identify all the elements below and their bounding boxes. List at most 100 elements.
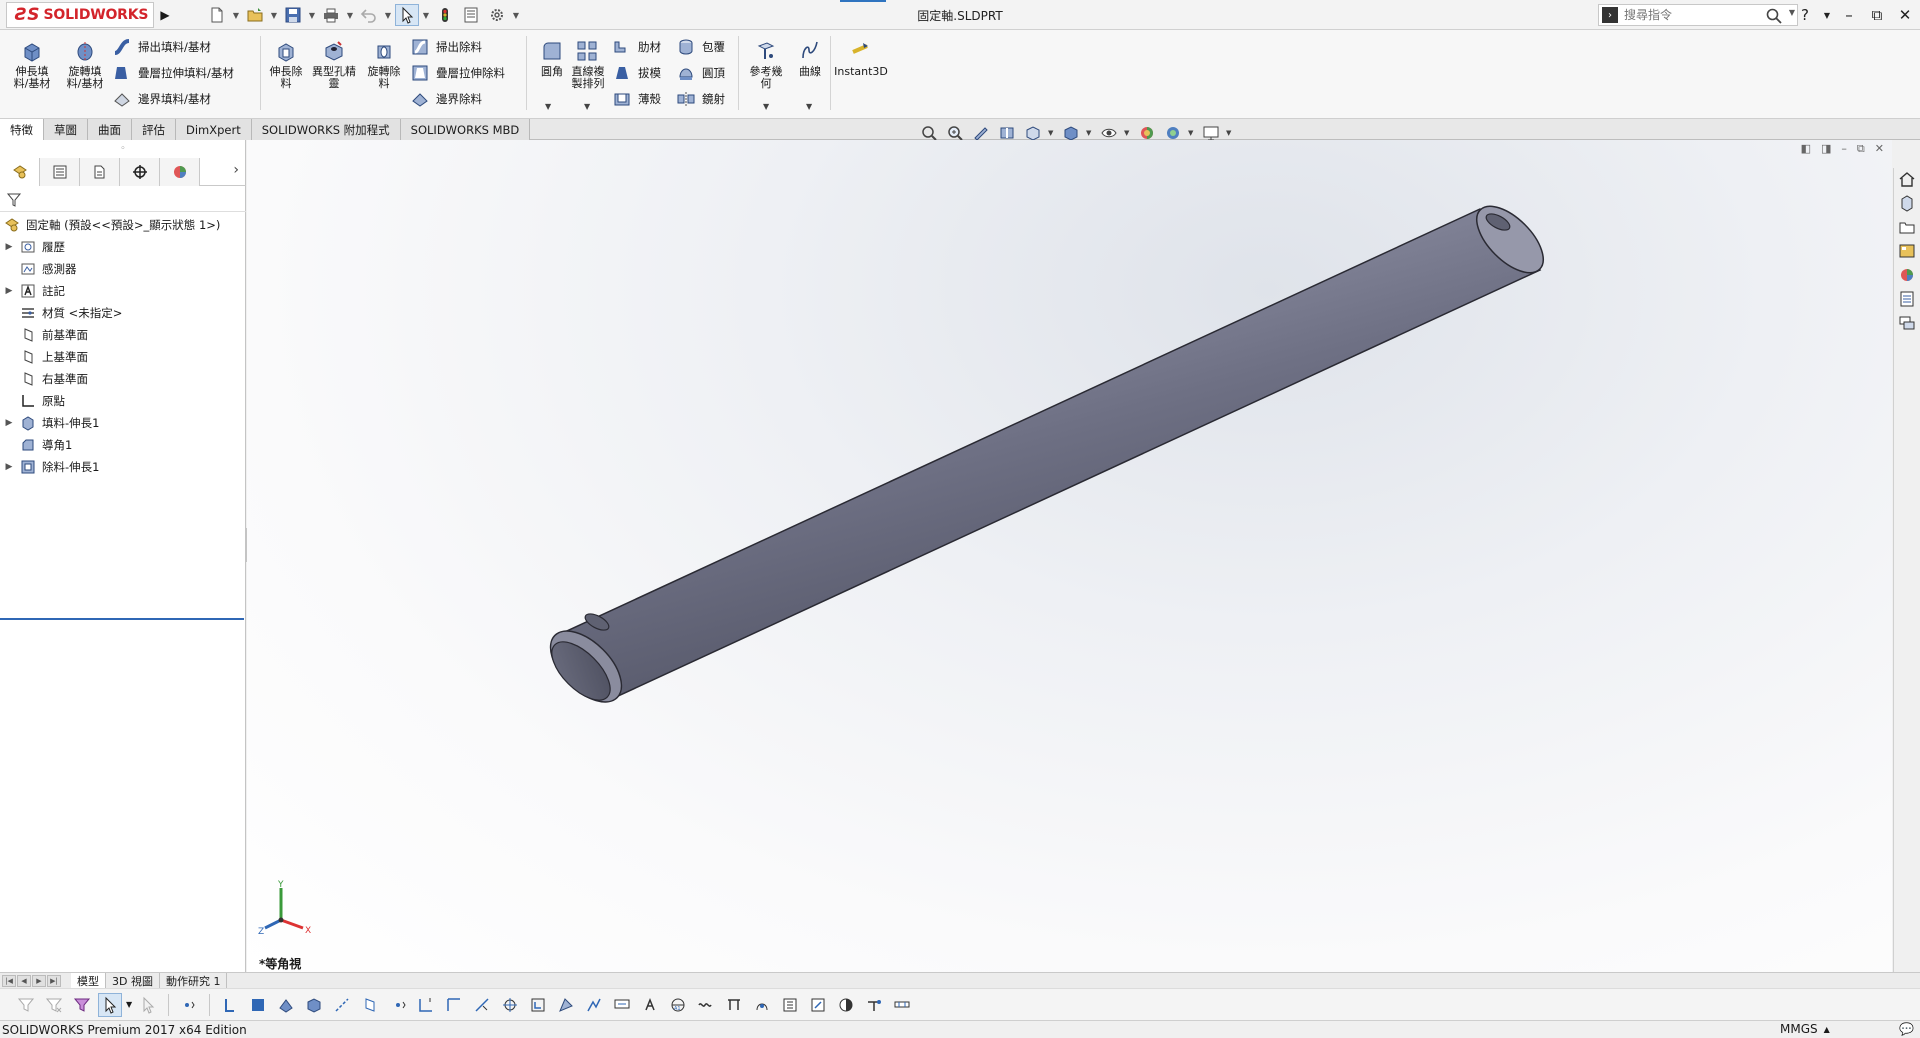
shaft-model[interactable] bbox=[247, 140, 1892, 972]
rollback-bar[interactable] bbox=[0, 618, 244, 620]
tree-root-part[interactable]: 固定軸 (預設<<預設>_顯示狀態 1>) bbox=[0, 214, 246, 236]
display-manager-tab[interactable] bbox=[160, 158, 200, 186]
filter-surface-bodies-button[interactable] bbox=[274, 993, 298, 1017]
feature-manager-tab[interactable] bbox=[0, 158, 40, 186]
hole-wizard-button[interactable]: 異型孔精靈 bbox=[310, 38, 358, 90]
extrude-cut-button[interactable]: 伸長除料 bbox=[262, 38, 310, 90]
select-dropdown[interactable]: ▼ bbox=[421, 4, 431, 26]
search-icon[interactable] bbox=[1765, 7, 1783, 25]
tab-mbd[interactable]: SOLIDWORKS MBD bbox=[400, 119, 531, 140]
hide-show-dropdown[interactable]: ▼ bbox=[1124, 129, 1132, 137]
print-button[interactable] bbox=[319, 4, 343, 26]
filter-blocks-button[interactable] bbox=[722, 993, 746, 1017]
expand-arrow-icon[interactable]: ▶ bbox=[0, 418, 18, 428]
tree-item-cut-extrude[interactable]: ▶ 除料-伸長1 bbox=[0, 456, 246, 478]
tree-item-chamfer[interactable]: 導角1 bbox=[0, 434, 246, 456]
shell-button[interactable]: 薄殼 bbox=[612, 88, 661, 110]
help-dropdown[interactable]: ▼ bbox=[1822, 4, 1832, 26]
forum-tab[interactable] bbox=[1895, 312, 1919, 334]
options-button[interactable] bbox=[485, 4, 509, 26]
filter-midpoints-button[interactable] bbox=[442, 993, 466, 1017]
filter-sketch-points-button[interactable] bbox=[386, 993, 410, 1017]
reference-geometry-button[interactable]: 參考幾何 bbox=[742, 38, 790, 90]
curves-dropdown[interactable]: ▼ bbox=[806, 102, 812, 111]
open-button[interactable] bbox=[243, 4, 267, 26]
filter-bounding-box-button[interactable] bbox=[890, 993, 914, 1017]
save-button[interactable] bbox=[281, 4, 305, 26]
select-button[interactable] bbox=[395, 4, 419, 26]
tree-item-front-plane[interactable]: 前基準面 bbox=[0, 324, 246, 346]
filter-dimensions-button[interactable] bbox=[498, 993, 522, 1017]
filter-sketch-segments-button[interactable] bbox=[414, 993, 438, 1017]
design-library-tab[interactable] bbox=[1895, 192, 1919, 214]
filter-routing-points-button[interactable] bbox=[806, 993, 830, 1017]
tab-evaluate[interactable]: 評估 bbox=[132, 119, 176, 140]
revolve-boss-button[interactable]: 旋轉填料/基材 bbox=[61, 38, 109, 90]
rebuild-button[interactable] bbox=[433, 4, 457, 26]
filter-center-marks-button[interactable] bbox=[470, 993, 494, 1017]
expand-arrow-icon[interactable]: ▶ bbox=[0, 286, 18, 296]
solidworks-resources-tab[interactable] bbox=[1895, 168, 1919, 190]
filter-solid-bodies-button[interactable] bbox=[302, 993, 326, 1017]
tab-surfaces[interactable]: 曲面 bbox=[88, 119, 132, 140]
file-properties-button[interactable] bbox=[459, 4, 483, 26]
select-dropdown[interactable]: ▼ bbox=[126, 1000, 132, 1009]
filter-center-of-mass-button[interactable] bbox=[862, 993, 886, 1017]
fillet-dropdown[interactable]: ▼ bbox=[545, 102, 551, 111]
new-dropdown[interactable]: ▼ bbox=[231, 4, 241, 26]
filter-cosmetic-threads-button[interactable] bbox=[694, 993, 718, 1017]
command-search[interactable]: › ▼ bbox=[1598, 4, 1798, 26]
rib-button[interactable]: 肋材 bbox=[612, 36, 661, 58]
search-input[interactable] bbox=[1624, 6, 1764, 24]
linear-pattern-button[interactable]: 直線複製排列 bbox=[564, 38, 612, 90]
file-explorer-tab[interactable] bbox=[1895, 216, 1919, 238]
tree-item-history[interactable]: ▶ 履歷 bbox=[0, 236, 246, 258]
first-tab-arrow-icon[interactable]: |◀ bbox=[2, 974, 16, 987]
view-palette-tab[interactable] bbox=[1895, 240, 1919, 262]
tab-dimxpert[interactable]: DimXpert bbox=[176, 119, 252, 140]
graphics-area[interactable]: ◧ ◨ – ⧉ ✕ Y X Z *等角視 bbox=[247, 140, 1892, 972]
prev-tab-arrow-icon[interactable]: ◀ bbox=[17, 974, 31, 987]
undo-dropdown[interactable]: ▼ bbox=[383, 4, 393, 26]
appearances-tab[interactable] bbox=[1895, 264, 1919, 286]
last-tab-arrow-icon[interactable]: ▶| bbox=[47, 974, 61, 987]
boundary-cut-button[interactable]: 邊界除料 bbox=[410, 88, 482, 110]
menu-expand-icon[interactable]: ▶ bbox=[158, 4, 172, 26]
configuration-manager-tab[interactable] bbox=[80, 158, 120, 186]
filter-geometric-tolerance-button[interactable] bbox=[554, 993, 578, 1017]
loft-boss-button[interactable]: 疊層拉伸填料/基材 bbox=[112, 62, 234, 84]
tooltip-bubble-icon[interactable]: 💬 bbox=[1899, 1022, 1914, 1036]
next-tab-arrow-icon[interactable]: ▶ bbox=[32, 974, 46, 987]
tab-addins[interactable]: SOLIDWORKS 附加程式 bbox=[251, 119, 401, 140]
filter-notes-button[interactable] bbox=[582, 993, 606, 1017]
expand-arrow-icon[interactable]: ▶ bbox=[0, 242, 18, 252]
filter-all-button[interactable] bbox=[70, 993, 94, 1017]
new-document-button[interactable] bbox=[205, 4, 229, 26]
tree-item-origin[interactable]: 原點 bbox=[0, 390, 246, 412]
tree-item-sensors[interactable]: 感測器 bbox=[0, 258, 246, 280]
filter-surface-finish-button[interactable] bbox=[526, 993, 550, 1017]
curves-button[interactable]: 曲線 bbox=[786, 38, 834, 78]
revolve-cut-button[interactable]: 旋轉除料 bbox=[360, 38, 408, 90]
swept-cut-button[interactable]: 掃出除料 bbox=[410, 36, 482, 58]
filter-planes-button[interactable] bbox=[358, 993, 382, 1017]
minimize-button[interactable]: – bbox=[1838, 4, 1860, 26]
reference-triad[interactable]: Y X Z bbox=[255, 880, 315, 950]
pattern-dropdown[interactable]: ▼ bbox=[584, 102, 590, 111]
filter-dowel-pins-button[interactable] bbox=[750, 993, 774, 1017]
dimxpert-manager-tab[interactable] bbox=[120, 158, 160, 186]
property-manager-tab[interactable] bbox=[40, 158, 80, 186]
apply-scene-dropdown[interactable]: ▼ bbox=[1188, 129, 1196, 137]
filter-edges-button[interactable] bbox=[218, 993, 242, 1017]
view-orientation-dropdown[interactable]: ▼ bbox=[1048, 129, 1056, 137]
select-pointer-button[interactable] bbox=[98, 992, 122, 1017]
filter-vertices-button[interactable] bbox=[136, 993, 160, 1017]
instant3d-button[interactable]: Instant3D bbox=[834, 38, 888, 78]
expand-arrow-icon[interactable]: ▶ bbox=[0, 462, 18, 472]
toggle-filter-button[interactable] bbox=[14, 993, 38, 1017]
view-settings-dropdown[interactable]: ▼ bbox=[1226, 129, 1234, 137]
tree-filter[interactable] bbox=[0, 188, 246, 212]
save-dropdown[interactable]: ▼ bbox=[307, 4, 317, 26]
filter-weld-symbols-button[interactable] bbox=[610, 993, 634, 1017]
tree-item-annotations[interactable]: ▶ 註記 bbox=[0, 280, 246, 302]
